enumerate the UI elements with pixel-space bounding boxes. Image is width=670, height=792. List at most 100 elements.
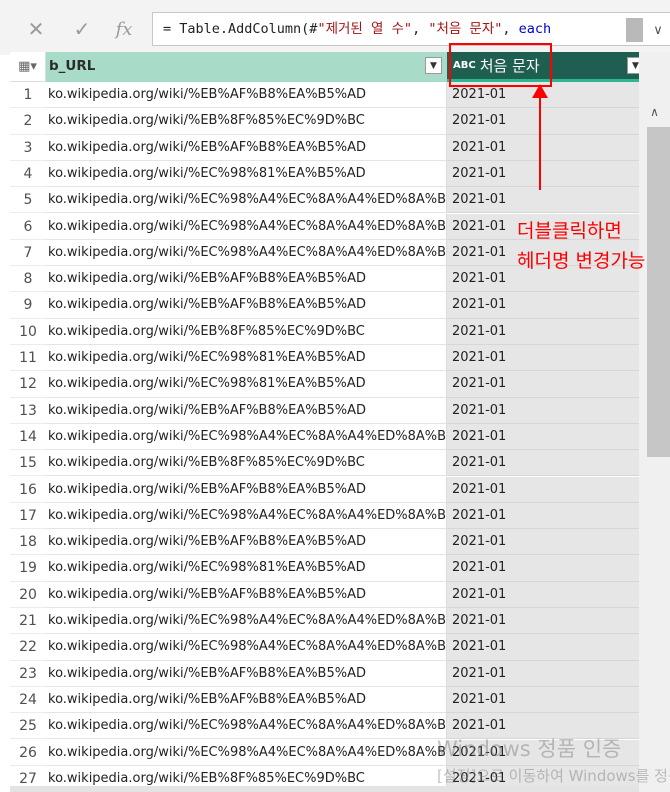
cell-first-char[interactable]: 2021-01 xyxy=(447,686,649,714)
row-number[interactable]: 21 xyxy=(10,608,46,635)
table-row[interactable]: 17 ko.wikipedia.org/wiki/%EC%98%A4%EC%8A%… xyxy=(10,502,649,530)
cell-url[interactable]: ko.wikipedia.org/wiki/%EC%98%A4%EC%8A%A4… xyxy=(46,423,447,451)
table-row[interactable]: 14 ko.wikipedia.org/wiki/%EC%98%A4%EC%8A%… xyxy=(10,423,649,451)
table-row[interactable]: 3 ko.wikipedia.org/wiki/%EB%AF%B8%EA%B5%A… xyxy=(10,134,649,161)
table-row[interactable]: 5 ko.wikipedia.org/wiki/%EC%98%A4%EC%8A%A… xyxy=(10,187,649,214)
cell-url[interactable]: ko.wikipedia.org/wiki/%EB%AF%B8%EA%B5%AD xyxy=(46,292,447,319)
cell-url[interactable]: ko.wikipedia.org/wiki/%EC%98%A4%EC%8A%A4… xyxy=(46,713,447,740)
row-number[interactable]: 11 xyxy=(10,345,46,372)
row-number[interactable]: 3 xyxy=(10,135,46,161)
formula-input[interactable]: = Table.AddColumn(#"제거된 열 수", "처음 문자", e… xyxy=(152,12,670,46)
scrollbar-thumb[interactable] xyxy=(647,127,670,457)
close-icon[interactable]: ✕ xyxy=(18,14,54,44)
table-row[interactable]: 18 ko.wikipedia.org/wiki/%EB%AF%B8%EA%B5%… xyxy=(10,529,649,556)
row-number[interactable]: 7 xyxy=(10,240,46,267)
scroll-up-icon[interactable]: ∧ xyxy=(639,100,670,124)
table-row[interactable]: 11 ko.wikipedia.org/wiki/%EC%98%81%EA%B5%… xyxy=(10,345,649,372)
cell-first-char[interactable]: 2021-01 xyxy=(447,660,649,687)
row-number[interactable]: 17 xyxy=(10,503,46,530)
cell-url[interactable]: ko.wikipedia.org/wiki/%EB%AF%B8%EA%B5%AD xyxy=(46,397,447,424)
table-row[interactable]: 16 ko.wikipedia.org/wiki/%EB%AF%B8%EA%B5%… xyxy=(10,476,649,503)
table-row[interactable]: 1 ko.wikipedia.org/wiki/%EB%AF%B8%EA%B5%A… xyxy=(10,82,649,109)
cell-first-char[interactable]: 2021-01 xyxy=(447,423,649,451)
cell-first-char[interactable]: 2021-01 xyxy=(447,450,649,477)
row-number[interactable]: 23 xyxy=(10,661,46,687)
table-row[interactable]: 10 ko.wikipedia.org/wiki/%EB%8F%85%EC%9D%… xyxy=(10,318,649,345)
horizontal-scrollbar[interactable] xyxy=(10,786,639,792)
cell-url[interactable]: ko.wikipedia.org/wiki/%EC%98%A4%EC%8A%A4… xyxy=(46,239,447,267)
cell-first-char[interactable]: 2021-01 xyxy=(447,476,649,503)
table-menu-icon[interactable]: ▦▾ xyxy=(10,52,46,82)
cell-url[interactable]: ko.wikipedia.org/wiki/%EB%8F%85%EC%9D%BC xyxy=(46,450,447,477)
row-number[interactable]: 14 xyxy=(10,424,46,451)
table-row[interactable]: 13 ko.wikipedia.org/wiki/%EB%AF%B8%EA%B5%… xyxy=(10,397,649,424)
row-number[interactable]: 18 xyxy=(10,529,46,556)
cell-url[interactable]: ko.wikipedia.org/wiki/%EB%AF%B8%EA%B5%AD xyxy=(46,581,447,608)
cell-first-char[interactable]: 2021-01 xyxy=(447,555,649,582)
row-number[interactable]: 25 xyxy=(10,713,46,740)
cell-url[interactable]: ko.wikipedia.org/wiki/%EB%AF%B8%EA%B5%AD xyxy=(46,82,447,109)
row-number[interactable]: 6 xyxy=(10,214,46,240)
table-row[interactable]: 20 ko.wikipedia.org/wiki/%EB%AF%B8%EA%B5%… xyxy=(10,581,649,608)
formula-expand-button[interactable] xyxy=(626,18,643,42)
row-number[interactable]: 22 xyxy=(10,634,46,661)
cell-url[interactable]: ko.wikipedia.org/wiki/%EC%98%A4%EC%8A%A4… xyxy=(46,213,447,240)
table-row[interactable]: 23 ko.wikipedia.org/wiki/%EB%AF%B8%EA%B5%… xyxy=(10,660,649,687)
row-number[interactable]: 19 xyxy=(10,555,46,582)
cell-url[interactable]: ko.wikipedia.org/wiki/%EC%98%81%EA%B5%AD xyxy=(46,160,447,188)
cell-url[interactable]: ko.wikipedia.org/wiki/%EB%AF%B8%EA%B5%AD xyxy=(46,266,447,293)
check-icon[interactable]: ✓ xyxy=(64,14,100,44)
row-number[interactable]: 2 xyxy=(10,108,46,135)
row-number[interactable]: 12 xyxy=(10,371,46,398)
cell-url[interactable]: ko.wikipedia.org/wiki/%EB%AF%B8%EA%B5%AD xyxy=(46,686,447,714)
cell-url[interactable]: ko.wikipedia.org/wiki/%EB%8F%85%EC%9D%BC xyxy=(46,318,447,345)
table-row[interactable]: 9 ko.wikipedia.org/wiki/%EB%AF%B8%EA%B5%A… xyxy=(10,292,649,319)
cell-url[interactable]: ko.wikipedia.org/wiki/%EC%98%81%EA%B5%AD xyxy=(46,555,447,582)
cell-first-char[interactable]: 2021-01 xyxy=(447,397,649,424)
row-number[interactable]: 5 xyxy=(10,187,46,214)
fx-icon[interactable]: fx xyxy=(106,14,142,44)
row-number[interactable]: 24 xyxy=(10,687,46,714)
cell-url[interactable]: ko.wikipedia.org/wiki/%EB%8F%85%EC%9D%BC xyxy=(46,108,447,135)
table-row[interactable]: 15 ko.wikipedia.org/wiki/%EB%8F%85%EC%9D%… xyxy=(10,450,649,477)
chevron-down-icon[interactable]: ∨ xyxy=(649,18,667,42)
cell-url[interactable]: ko.wikipedia.org/wiki/%EC%98%81%EA%B5%AD xyxy=(46,345,447,372)
table-row[interactable]: 4 ko.wikipedia.org/wiki/%EC%98%81%EA%B5%A… xyxy=(10,160,649,188)
table-row[interactable]: 19 ko.wikipedia.org/wiki/%EC%98%81%EA%B5%… xyxy=(10,555,649,582)
cell-url[interactable]: ko.wikipedia.org/wiki/%EC%98%A4%EC%8A%A4… xyxy=(46,502,447,530)
cell-first-char[interactable]: 2021-01 xyxy=(447,529,649,556)
column-filter-dropdown-icon[interactable]: ▼ xyxy=(425,57,442,74)
row-number[interactable]: 10 xyxy=(10,319,46,345)
vertical-scrollbar[interactable]: ∧ xyxy=(639,52,670,792)
row-number[interactable]: 20 xyxy=(10,582,46,608)
cell-url[interactable]: ko.wikipedia.org/wiki/%EB%AF%B8%EA%B5%AD xyxy=(46,529,447,556)
row-number[interactable]: 8 xyxy=(10,266,46,293)
row-number[interactable]: 26 xyxy=(10,740,46,766)
column-header-url[interactable]: b_URL ▼ xyxy=(46,52,447,82)
table-row[interactable]: 22 ko.wikipedia.org/wiki/%EC%98%A4%EC%8A%… xyxy=(10,634,649,661)
cell-url[interactable]: ko.wikipedia.org/wiki/%EB%AF%B8%EA%B5%AD xyxy=(46,134,447,161)
row-number[interactable]: 1 xyxy=(10,82,46,109)
table-row[interactable]: 24 ko.wikipedia.org/wiki/%EB%AF%B8%EA%B5%… xyxy=(10,686,649,714)
table-row[interactable]: 2 ko.wikipedia.org/wiki/%EB%8F%85%EC%9D%B… xyxy=(10,108,649,135)
row-number[interactable]: 15 xyxy=(10,450,46,477)
row-number[interactable]: 13 xyxy=(10,398,46,424)
table-row[interactable]: 12 ko.wikipedia.org/wiki/%EC%98%81%EA%B5%… xyxy=(10,371,649,398)
cell-first-char[interactable]: 2021-01 xyxy=(447,581,649,608)
cell-url[interactable]: ko.wikipedia.org/wiki/%EC%98%A4%EC%8A%A4… xyxy=(46,187,447,214)
table-row[interactable]: 21 ko.wikipedia.org/wiki/%EC%98%A4%EC%8A%… xyxy=(10,608,649,635)
cell-first-char[interactable]: 2021-01 xyxy=(447,502,649,530)
cell-url[interactable]: ko.wikipedia.org/wiki/%EC%98%A4%EC%8A%A4… xyxy=(46,608,447,635)
cell-first-char[interactable]: 2021-01 xyxy=(447,634,649,661)
cell-first-char[interactable]: 2021-01 xyxy=(447,292,649,319)
cell-first-char[interactable]: 2021-01 xyxy=(447,608,649,635)
cell-first-char[interactable]: 2021-01 xyxy=(447,345,649,372)
row-number[interactable]: 4 xyxy=(10,161,46,188)
cell-url[interactable]: ko.wikipedia.org/wiki/%EC%98%A4%EC%8A%A4… xyxy=(46,739,447,766)
cell-first-char[interactable]: 2021-01 xyxy=(447,318,649,345)
row-number[interactable]: 9 xyxy=(10,292,46,319)
row-number[interactable]: 16 xyxy=(10,477,46,503)
cell-first-char[interactable]: 2021-01 xyxy=(447,371,649,398)
cell-url[interactable]: ko.wikipedia.org/wiki/%EB%AF%B8%EA%B5%AD xyxy=(46,660,447,687)
cell-url[interactable]: ko.wikipedia.org/wiki/%EC%98%81%EA%B5%AD xyxy=(46,371,447,398)
